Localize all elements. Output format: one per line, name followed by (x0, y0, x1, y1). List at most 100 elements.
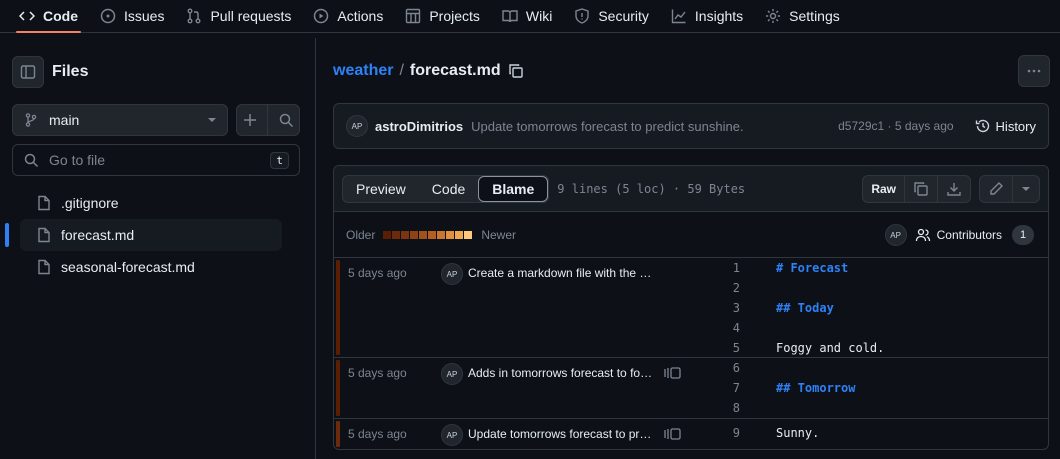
blame-commit-date: 5 days ago (348, 366, 407, 380)
avatar[interactable]: AP (441, 263, 463, 285)
edit-file-button[interactable] (980, 176, 1013, 202)
blame-commit-message[interactable]: Create a markdown file with the forecast (468, 266, 654, 280)
tab-wiki[interactable]: Wiki (491, 0, 563, 32)
legend-older-label: Older (346, 227, 376, 242)
age-color-swatch (437, 230, 446, 239)
file-info: 9 lines (5 loc) · 59 Bytes (557, 181, 746, 196)
tree-item-label: seasonal-forecast.md (61, 259, 195, 275)
line-number[interactable]: 3 (694, 301, 740, 315)
file-tree-sidebar: Files main Go to file t .gitignore forec… (0, 38, 316, 459)
issues-icon (100, 8, 116, 24)
sidebar-collapse-icon (20, 64, 36, 80)
add-file-button[interactable] (242, 112, 258, 128)
wiki-icon (502, 8, 518, 24)
file-actions: Raw (862, 175, 1040, 203)
tab-settings[interactable]: Settings (754, 0, 851, 32)
code-line: 2 (694, 278, 1044, 298)
reblame-icon[interactable] (664, 366, 682, 380)
tab-issues[interactable]: Issues (89, 0, 175, 32)
blame-age-bar (336, 260, 340, 355)
tab-code-view[interactable]: Code (419, 176, 478, 202)
search-files-button[interactable] (278, 112, 294, 128)
repo-nav: Code Issues Pull requests Actions Projec… (0, 0, 1060, 33)
more-options-button[interactable] (1018, 55, 1050, 87)
line-number[interactable]: 4 (694, 321, 740, 335)
raw-button[interactable]: Raw (863, 176, 905, 202)
tab-security-label: Security (598, 8, 649, 24)
edit-group (979, 175, 1040, 203)
code-line: 9 Sunny. (694, 423, 1044, 443)
tab-wiki-label: Wiki (525, 8, 553, 24)
download-button[interactable] (938, 176, 970, 202)
line-number[interactable]: 2 (694, 281, 740, 295)
commit-message-link[interactable]: Update tomorrows forecast to predict sun… (471, 119, 838, 134)
tab-blame[interactable]: Blame (478, 175, 549, 202)
commit-meta[interactable]: d5729c1 · 5 days ago (838, 119, 953, 133)
reblame-icon[interactable] (664, 427, 682, 441)
branch-name: main (49, 112, 80, 128)
line-number[interactable]: 6 (694, 361, 740, 375)
tab-pull-requests-label: Pull requests (210, 8, 292, 24)
blame-commit-message[interactable]: Update tomorrows forecast to predict sun… (468, 427, 654, 441)
tree-item-seasonal-forecast-md[interactable]: seasonal-forecast.md (20, 251, 282, 283)
edit-options-dropdown[interactable] (1013, 176, 1039, 202)
code-line: 1 # Forecast (694, 258, 1044, 278)
kebab-horizontal-icon (1026, 63, 1042, 79)
copy-raw-button[interactable] (905, 176, 938, 202)
line-number[interactable]: 1 (694, 261, 740, 275)
age-color-swatch (428, 230, 437, 239)
line-number[interactable]: 9 (694, 426, 740, 440)
history-button[interactable]: History (970, 118, 1036, 134)
avatar[interactable]: AP (441, 363, 463, 385)
tree-item-forecast-md[interactable]: forecast.md (20, 219, 282, 251)
line-number[interactable]: 8 (694, 401, 740, 415)
copy-icon (913, 181, 929, 197)
breadcrumb: weather / forecast.md (333, 62, 524, 80)
blame-commit-message[interactable]: Adds in tomorrows forecast to forecast.m… (468, 366, 654, 380)
go-to-file-placeholder: Go to file (49, 152, 106, 168)
line-number[interactable]: 7 (694, 381, 740, 395)
collapse-sidebar-button[interactable] (12, 56, 44, 88)
tab-actions[interactable]: Actions (302, 0, 394, 32)
tab-issues-label: Issues (124, 8, 165, 24)
line-code: Foggy and cold. (776, 341, 885, 355)
tab-code[interactable]: Code (8, 0, 89, 33)
code-icon (19, 8, 35, 24)
raw-copy-download-group: Raw (862, 175, 971, 203)
file-icon (36, 227, 52, 243)
branch-selector[interactable]: main (12, 104, 228, 136)
caret-down-icon (207, 115, 217, 125)
keyboard-shortcut-hint: t (270, 151, 289, 169)
sidebar-title: Files (52, 63, 89, 80)
graph-icon (671, 8, 687, 24)
tree-item-gitignore[interactable]: .gitignore (20, 187, 282, 219)
code-line: 7 ## Tomorrow (694, 378, 1044, 398)
age-color-scale (383, 230, 473, 239)
line-code: ## Tomorrow (776, 381, 856, 395)
code-line: 3 ## Today (694, 298, 1044, 318)
tab-projects[interactable]: Projects (394, 0, 491, 32)
people-icon (915, 227, 931, 243)
tab-insights-label: Insights (694, 8, 744, 24)
tab-security[interactable]: Security (563, 0, 660, 32)
line-code: Sunny. (776, 426, 820, 440)
age-color-swatch (401, 230, 410, 239)
tab-insights[interactable]: Insights (660, 0, 754, 32)
tab-actions-label: Actions (337, 8, 384, 24)
file-viewer: Preview Code Blame 9 lines (5 loc) · 59 … (333, 165, 1049, 450)
avatar: AP (884, 224, 907, 246)
tab-preview[interactable]: Preview (343, 176, 419, 202)
avatar[interactable]: AP (346, 115, 368, 137)
commit-author-link[interactable]: astroDimitrios (375, 119, 463, 134)
go-to-file-input[interactable]: Go to file t (12, 144, 300, 176)
latest-commit-box: AP astroDimitrios Update tomorrows forec… (333, 103, 1049, 149)
file-header: Preview Code Blame 9 lines (5 loc) · 59 … (334, 166, 1048, 212)
code-line: 5 Foggy and cold. (694, 338, 1044, 358)
breadcrumb-repo-link[interactable]: weather (333, 62, 393, 80)
line-number[interactable]: 5 (694, 341, 740, 355)
file-actions-group (236, 104, 300, 136)
copy-path-icon[interactable] (508, 63, 524, 79)
tab-pull-requests[interactable]: Pull requests (175, 0, 302, 32)
contributors-button[interactable]: AP Contributors 1 (884, 224, 1034, 246)
avatar[interactable]: AP (441, 424, 463, 446)
